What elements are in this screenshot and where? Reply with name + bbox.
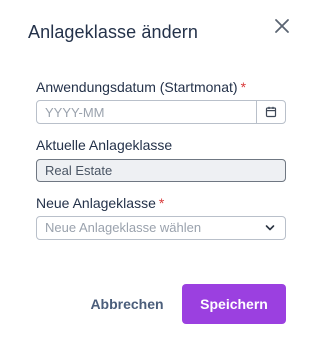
current-class-label: Aktuelle Anlageklasse	[36, 137, 173, 153]
start-date-label: Anwendungsdatum (Startmonat) *	[36, 79, 246, 95]
new-class-label-text: Neue Anlageklasse	[36, 195, 156, 211]
close-icon	[275, 19, 289, 33]
dialog-title: Anlageklasse ändern	[28, 22, 199, 42]
change-asset-class-dialog: Anlageklasse ändern Anwendungsdatum (Sta…	[0, 0, 321, 360]
new-class-select[interactable]: Neue Anlageklasse wählen	[36, 216, 286, 240]
start-date-field	[36, 100, 286, 124]
cancel-button[interactable]: Abbrechen	[80, 284, 174, 324]
required-marker: *	[240, 79, 247, 95]
new-class-placeholder: Neue Anlageklasse wählen	[45, 220, 202, 235]
start-date-label-text: Anwendungsdatum (Startmonat)	[36, 79, 238, 95]
save-button[interactable]: Speichern	[182, 284, 286, 324]
required-marker: *	[158, 195, 165, 211]
calendar-button[interactable]	[256, 101, 285, 123]
new-class-label: Neue Anlageklasse *	[36, 195, 164, 211]
current-class-value: Real Estate	[36, 159, 286, 182]
chevron-down-icon	[265, 225, 275, 231]
start-date-input[interactable]	[37, 101, 253, 123]
calendar-icon	[265, 106, 277, 118]
close-button[interactable]	[270, 14, 294, 38]
